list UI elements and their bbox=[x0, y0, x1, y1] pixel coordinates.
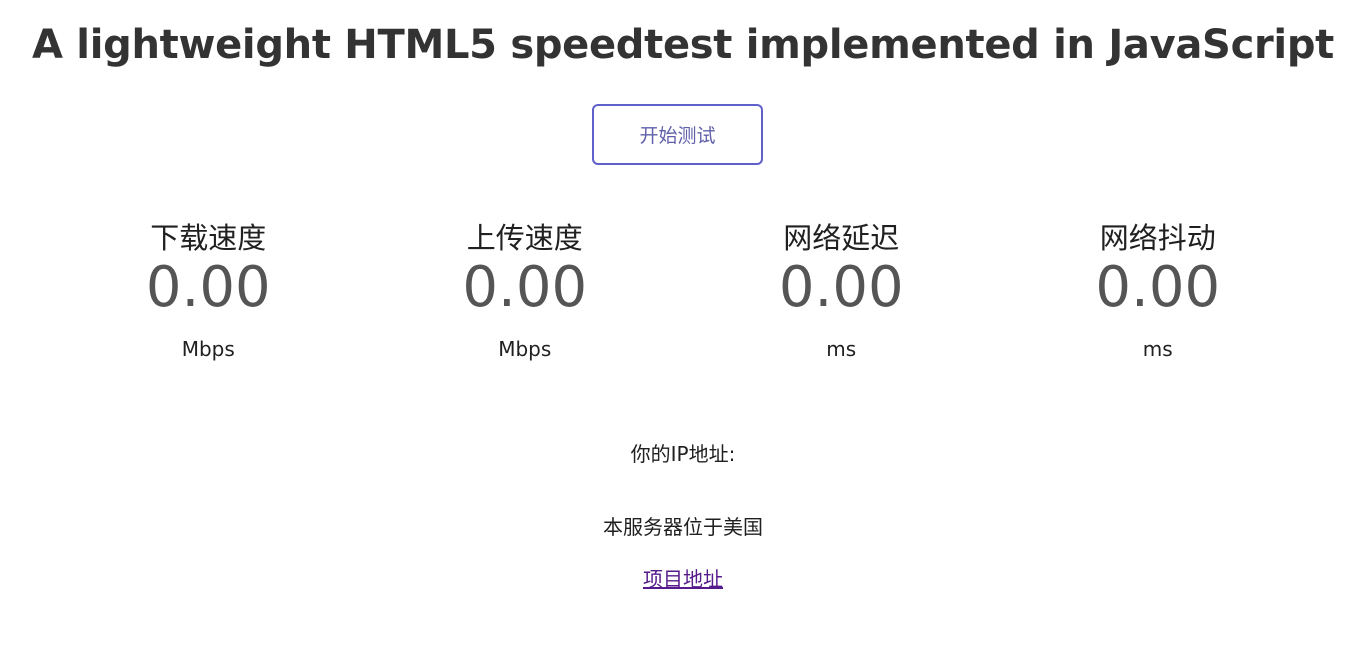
ip-address-line: 你的IP地址: bbox=[630, 442, 736, 466]
metric-unit-download: Mbps bbox=[181, 337, 235, 361]
metric-title-ping: 网络延迟 bbox=[783, 221, 900, 255]
metric-value-jitter: 0.00 bbox=[1095, 255, 1221, 320]
metric-unit-upload: Mbps bbox=[498, 337, 552, 361]
metric-title-upload: 上传速度 bbox=[466, 221, 583, 255]
server-location-line: 本服务器位于美国 bbox=[603, 515, 763, 539]
speedtest-page: A lightweight HTML5 speedtest implemente… bbox=[0, 0, 1366, 667]
start-test-button[interactable]: 开始测试 bbox=[592, 104, 763, 165]
project-link-container: 项目地址 bbox=[0, 565, 1366, 593]
metric-value-ping: 0.00 bbox=[778, 255, 904, 320]
metric-unit-jitter: ms bbox=[1142, 337, 1173, 361]
metric-unit-ping: ms bbox=[826, 337, 857, 361]
page-title: A lightweight HTML5 speedtest implemente… bbox=[32, 22, 1334, 68]
metric-upload: 上传速度 0.00 Mbps bbox=[367, 216, 684, 364]
metric-title-jitter: 网络抖动 bbox=[1099, 221, 1216, 255]
metrics-panel: 下载速度 0.00 Mbps 上传速度 0.00 Mbps 网络延迟 0.00 … bbox=[50, 216, 1316, 364]
project-link[interactable]: 项目地址 bbox=[643, 567, 723, 591]
metric-title-download: 下载速度 bbox=[150, 221, 267, 255]
metric-ping: 网络延迟 0.00 ms bbox=[683, 216, 1000, 364]
metric-download: 下载速度 0.00 Mbps bbox=[50, 216, 367, 364]
metric-value-download: 0.00 bbox=[145, 255, 271, 320]
metric-jitter: 网络抖动 0.00 ms bbox=[1000, 216, 1317, 364]
metric-value-upload: 0.00 bbox=[462, 255, 588, 320]
